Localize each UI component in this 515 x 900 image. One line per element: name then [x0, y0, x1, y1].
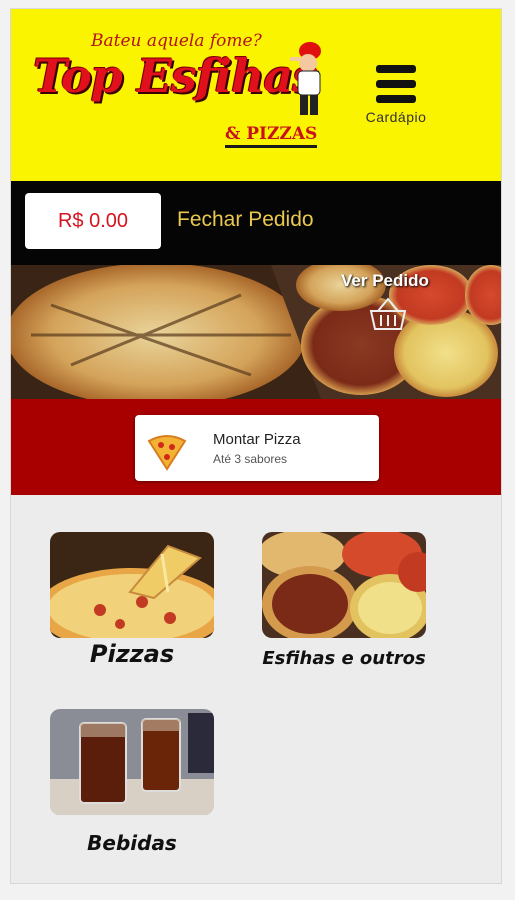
hamburger-icon: [376, 65, 416, 103]
category-bebidas[interactable]: Bebidas: [50, 709, 214, 859]
category-label: Pizzas: [89, 640, 175, 668]
build-pizza-button[interactable]: Montar Pizza Até 3 sabores: [135, 415, 379, 481]
view-order-banner[interactable]: Ver Pedido: [11, 265, 501, 399]
basket-icon: [369, 297, 407, 330]
build-pizza-title: Montar Pizza: [213, 431, 301, 448]
menu-label: Cardápio: [365, 109, 427, 125]
tagline: Bateu aquela fome?: [91, 31, 262, 51]
chef-mascot-icon: [290, 42, 321, 115]
category-pizzas[interactable]: Pizzas: [50, 532, 214, 682]
order-bar: R$ 0.00 Fechar Pedido: [11, 181, 501, 265]
build-pizza-section: Montar Pizza Até 3 sabores: [11, 399, 501, 495]
menu-button[interactable]: Cardápio: [358, 65, 434, 135]
esfiha-photo-icon: [262, 532, 426, 638]
order-total: R$ 0.00: [25, 193, 161, 249]
build-pizza-subtitle: Até 3 sabores: [213, 452, 288, 466]
category-label: Bebidas: [87, 831, 177, 855]
logo-underline: [225, 145, 317, 148]
app-frame: Bateu aquela fome? Top Esfihas & PIZZAS …: [10, 8, 502, 884]
category-label: Esfihas e outros: [262, 648, 426, 669]
pizza-slice-icon: [147, 435, 187, 471]
pizza-photo-icon: [50, 532, 214, 638]
header: Bateu aquela fome? Top Esfihas & PIZZAS …: [11, 9, 501, 181]
logo-title: Top Esfihas: [33, 49, 318, 103]
close-order-button[interactable]: Fechar Pedido: [177, 208, 314, 232]
category-esfihas[interactable]: Esfihas e outros: [262, 532, 426, 682]
logo-subtitle: & PIZZAS: [225, 124, 318, 144]
view-order-label: Ver Pedido: [341, 271, 429, 290]
drinks-photo-icon: [50, 709, 214, 815]
